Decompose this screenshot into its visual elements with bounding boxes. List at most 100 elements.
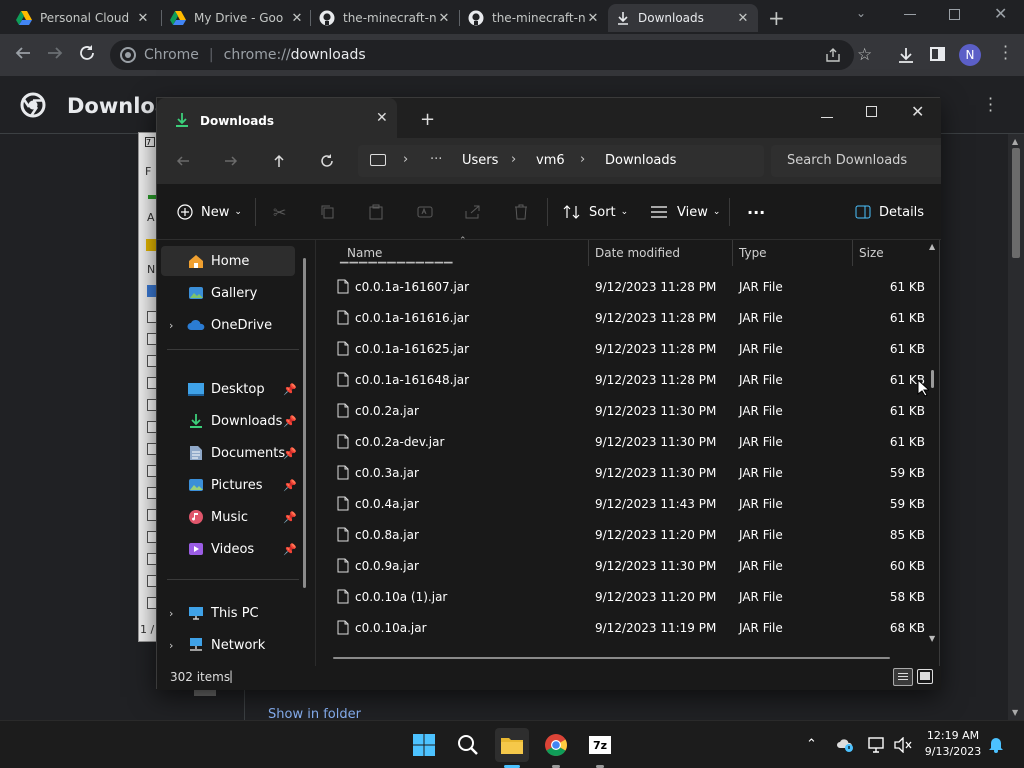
chevron-right-icon[interactable]: › [169,639,181,652]
sidebar-item-home[interactable]: Home [161,246,295,276]
new-tab-button[interactable]: + [768,6,785,30]
paste-icon[interactable] [369,184,383,240]
browser-tab-4[interactable]: the-minecraft-n ✕ [460,4,608,32]
restore-window-icon[interactable] [949,9,960,20]
file-row[interactable]: c0.0.1a-161607.jar 9/12/2023 11:28 PM JAR … [317,272,927,303]
pin-icon[interactable]: 📌 [283,447,297,460]
file-row[interactable]: c0.0.9a.jar 9/12/2023 11:30 PM JAR File 60 … [317,551,927,582]
details-view-toggle-icon[interactable] [893,668,913,686]
chevron-right-icon[interactable]: › [169,319,181,332]
back-arrow-icon[interactable] [175,153,191,169]
tiles-view-toggle-icon[interactable] [917,669,933,684]
breadcrumb-vm6[interactable]: vm6 [536,153,565,168]
file-row[interactable]: c0.0.1a-161616.jar 9/12/2023 11:28 PM JAR … [317,303,927,334]
file-row[interactable]: c0.0.8a.jar 9/12/2023 11:20 PM JAR File 85 … [317,520,927,551]
column-header-date-modified[interactable]: Date modified [595,240,680,266]
network-status-icon[interactable] [868,737,886,753]
breadcrumb-overflow[interactable]: ··· [430,152,442,167]
chrome-taskbar-icon[interactable] [539,728,573,762]
refresh-icon[interactable] [319,153,335,169]
notification-bell-icon[interactable] [988,735,1004,753]
downloads-toolbar-icon[interactable] [897,46,915,64]
file-list-horizontal-scrollbar[interactable] [333,657,890,659]
navigation-pane-scrollbar[interactable] [303,258,306,588]
sidebar-item-onedrive[interactable]: › OneDrive [161,310,291,340]
explorer-maximize-icon[interactable] [866,106,877,117]
windows-start-icon[interactable] [407,728,441,762]
system-clock[interactable]: 12:19 AM 9/13/2023 [920,729,986,758]
address-bar[interactable]: › ··· Users › vm6 › Downloads [358,145,764,177]
side-panel-icon[interactable] [930,47,945,61]
close-tab-icon[interactable]: ✕ [136,11,150,26]
column-header-type[interactable]: Type [739,240,767,266]
file-row[interactable]: c0.0.1a-161625.jar 9/12/2023 11:28 PM JAR … [317,334,927,365]
pin-icon[interactable]: 📌 [283,415,297,428]
file-row[interactable]: c0.0.3a.jar 9/12/2023 11:30 PM JAR File 59 … [317,458,927,489]
minimize-window-icon[interactable] [904,14,916,15]
bookmark-star-icon[interactable]: ☆ [857,45,872,65]
page-scrollbar[interactable]: ▲ ▼ [1008,134,1024,720]
tab-search-chevron-icon[interactable]: ⌄ [856,6,866,20]
sidebar-item-pictures[interactable]: Pictures 📌 [161,470,297,500]
forward-arrow-icon[interactable] [46,44,64,62]
close-tab-icon[interactable]: ✕ [437,11,451,26]
sidebar-item-downloads[interactable]: Downloads 📌 [161,406,297,436]
browser-tab-5[interactable]: Downloads ✕ [608,4,758,32]
search-icon[interactable] [451,728,485,762]
forward-arrow-icon[interactable] [223,153,239,169]
sidebar-item-this-pc[interactable]: › This PC [161,598,291,628]
sidebar-item-videos[interactable]: Videos 📌 [161,534,297,564]
browser-menu-icon[interactable]: · · · [1003,39,1008,67]
rename-icon[interactable] [417,184,433,240]
search-input[interactable]: Search Downloads [771,145,941,177]
file-row[interactable]: c0.0.10a.jar 9/12/2023 11:19 PM JAR File 68… [317,613,927,644]
browser-tab-2[interactable]: My Drive - Goo ✕ [162,4,312,32]
volume-muted-icon[interactable] [894,737,912,753]
new-button[interactable]: New ⌄ [177,184,242,240]
close-tab-icon[interactable]: ✕ [586,11,600,26]
close-tab-icon[interactable]: ✕ [376,110,388,126]
reload-icon[interactable] [78,44,96,62]
chevron-right-icon[interactable]: › [169,607,181,620]
sidebar-item-gallery[interactable]: Gallery [161,278,291,308]
file-explorer-taskbar-icon[interactable] [495,728,529,762]
pin-icon[interactable]: 📌 [283,383,297,396]
file-row[interactable]: c0.0.1a-161648.jar 9/12/2023 11:28 PM JAR … [317,365,927,396]
explorer-close-icon[interactable]: ✕ [911,102,924,121]
file-row[interactable]: c0.0.2a.jar 9/12/2023 11:30 PM JAR File 61 … [317,396,927,427]
close-window-icon[interactable]: ✕ [994,4,1007,23]
back-arrow-icon[interactable] [14,44,32,62]
copy-icon[interactable] [321,184,335,240]
file-row[interactable]: c0.0.4a.jar 9/12/2023 11:43 PM JAR File 59 … [317,489,927,520]
more-options-button[interactable]: ··· [747,184,765,240]
close-tab-icon[interactable]: ✕ [736,11,750,26]
sidebar-item-music[interactable]: Music 📌 [161,502,297,532]
pin-icon[interactable]: 📌 [283,511,297,524]
show-hidden-icons-chevron[interactable]: ⌃ [806,737,817,752]
browser-tab-3[interactable]: the-minecraft-n ✕ [311,4,459,32]
breadcrumb-users[interactable]: Users [462,153,498,168]
delete-icon[interactable] [514,184,528,240]
breadcrumb-downloads[interactable]: Downloads [605,153,676,168]
pin-icon[interactable]: 📌 [283,479,297,492]
pin-icon[interactable]: 📌 [283,543,297,556]
column-header-size[interactable]: Size [859,240,884,266]
sort-button[interactable]: Sort ⌄ [563,184,628,240]
profile-avatar[interactable]: N [959,44,981,66]
page-menu-icon[interactable]: · · · [988,91,993,119]
explorer-new-tab-button[interactable]: + [420,109,435,130]
sidebar-item-network[interactable]: › Network [161,630,291,660]
sidebar-item-documents[interactable]: Documents 📌 [161,438,297,468]
share-icon[interactable] [825,47,841,63]
7zip-taskbar-icon[interactable]: 7z [583,728,617,762]
sidebar-item-desktop[interactable]: Desktop 📌 [161,374,297,404]
onedrive-status-icon[interactable] [836,738,854,752]
details-pane-button[interactable]: Details [855,184,924,240]
file-row[interactable]: c0.0.2a-dev.jar 9/12/2023 11:30 PM JAR Fil… [317,427,927,458]
file-list-scrollbar[interactable]: ▲ ▼ [927,242,939,648]
up-arrow-icon[interactable] [271,153,287,169]
view-button[interactable]: View ⌄ [651,184,720,240]
explorer-minimize-icon[interactable] [821,117,833,118]
browser-tab-1[interactable]: Personal Cloud ✕ [8,4,158,32]
file-row[interactable]: c0.0.10a (1).jar 9/12/2023 11:20 PM JAR Fi… [317,582,927,613]
